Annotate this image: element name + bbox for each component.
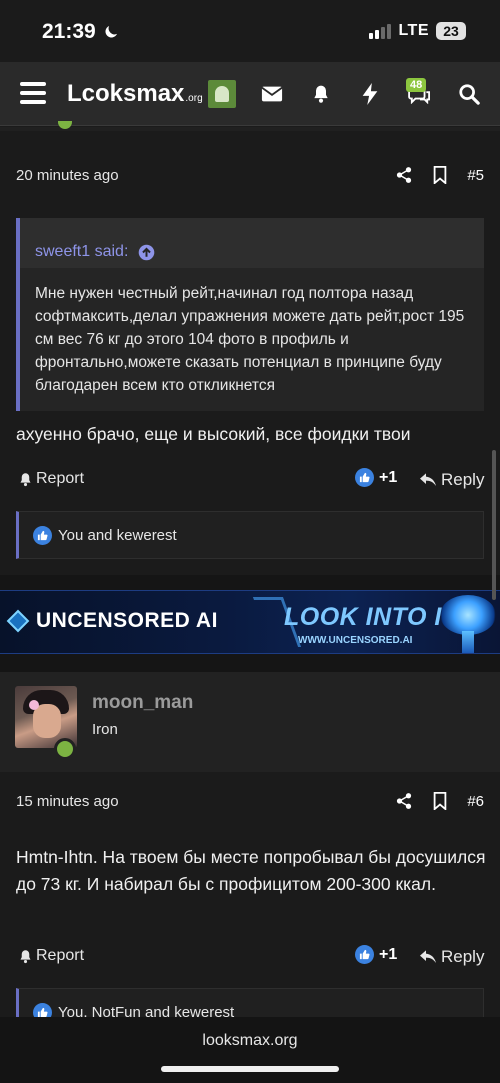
post-actions: #6 bbox=[395, 792, 484, 810]
inbox-icon[interactable] bbox=[260, 82, 284, 106]
ad-cta-text: LOOK INTO IT bbox=[284, 603, 458, 631]
post-author-block: moon_man Iron bbox=[0, 672, 500, 772]
ad-url: WWW.UNCENSORED.AI bbox=[298, 635, 413, 646]
reactions-bar[interactable]: You and kewerest bbox=[16, 511, 484, 559]
author-name[interactable]: moon_man bbox=[92, 692, 193, 714]
author-rank: Iron bbox=[92, 721, 118, 738]
quote-author[interactable]: sweeft1 said: bbox=[35, 243, 128, 261]
lightning-icon[interactable] bbox=[358, 82, 382, 106]
bell-small-icon bbox=[20, 472, 31, 486]
bookmark-icon[interactable] bbox=[433, 792, 447, 810]
post-time: 15 minutes ago bbox=[16, 793, 119, 810]
post-number[interactable]: #6 bbox=[467, 793, 484, 810]
reply-label: Reply bbox=[441, 947, 485, 966]
post-action-row: Report +1 Reply bbox=[0, 466, 500, 496]
status-time: 21:39 bbox=[42, 20, 120, 44]
battery-icon: 23 bbox=[436, 22, 466, 40]
post-top-edge bbox=[0, 127, 500, 131]
post-body: ахуенно брачо, еще и высокий, все фоидки… bbox=[16, 424, 411, 444]
logo-text: Lcoksmax bbox=[67, 80, 185, 107]
thumbs-up-icon bbox=[33, 525, 52, 545]
moon-icon bbox=[105, 26, 117, 38]
report-label: Report bbox=[36, 470, 85, 487]
home-indicator[interactable] bbox=[161, 1066, 339, 1072]
reply-label: Reply bbox=[441, 470, 485, 489]
site-logo[interactable]: Lcoksmax.org bbox=[67, 80, 203, 108]
share-icon[interactable] bbox=[395, 792, 413, 810]
report-label: Report bbox=[36, 947, 85, 964]
arrow-up-circle-icon[interactable] bbox=[138, 244, 155, 261]
like-button[interactable]: +1 bbox=[355, 468, 397, 487]
reactions-text[interactable]: You and kewerest bbox=[58, 527, 177, 544]
share-icon[interactable] bbox=[395, 166, 413, 184]
ad-left: UNCENSORED AI bbox=[6, 609, 218, 633]
post-body: Hmtn-Ihtn. На твоем бы месте попробывал … bbox=[16, 847, 486, 894]
quote-header[interactable]: sweeft1 said: bbox=[20, 218, 484, 268]
bell-icon[interactable] bbox=[309, 82, 333, 106]
search-icon[interactable] bbox=[457, 82, 481, 106]
alerts-badge: 48 bbox=[406, 78, 427, 92]
like-count: +1 bbox=[379, 945, 398, 963]
quote-block: sweeft1 said: Мне нужен честный рейт,нач… bbox=[16, 218, 484, 411]
scrollbar[interactable] bbox=[492, 450, 496, 600]
browser-bottom-bar: looksmax.org bbox=[0, 1017, 500, 1083]
site-navbar: Lcoksmax.org bbox=[0, 62, 500, 126]
reply-icon bbox=[420, 950, 436, 963]
clock-text: 21:39 bbox=[42, 20, 96, 43]
like-button[interactable]: +1 bbox=[355, 945, 397, 964]
reply-button[interactable]: Reply bbox=[420, 947, 484, 967]
ad-separator bbox=[0, 654, 500, 672]
mushroom-cloud-icon bbox=[440, 595, 496, 635]
thumbs-up-icon bbox=[355, 468, 374, 487]
logo-suffix: .org bbox=[185, 93, 203, 104]
post-separator bbox=[0, 575, 500, 590]
network-type: LTE bbox=[398, 22, 429, 39]
diamond-icon bbox=[6, 609, 30, 633]
report-button[interactable]: Report bbox=[18, 470, 84, 488]
thumbs-up-icon bbox=[355, 945, 374, 964]
status-bar: 21:39 LTE 23 bbox=[0, 0, 500, 62]
menu-icon[interactable] bbox=[20, 82, 46, 104]
bookmark-icon[interactable] bbox=[433, 166, 447, 184]
quote-text: Мне нужен честный рейт,начинал год полто… bbox=[35, 285, 465, 394]
post-actions: #5 bbox=[395, 166, 484, 184]
post-time: 20 minutes ago bbox=[16, 167, 119, 184]
reply-button[interactable]: Reply bbox=[420, 470, 484, 490]
mushroom-stem bbox=[462, 631, 474, 653]
signal-icon bbox=[369, 23, 392, 39]
ad-brand-text: UNCENSORED AI bbox=[36, 609, 218, 632]
report-button[interactable]: Report bbox=[18, 947, 84, 965]
like-count: +1 bbox=[379, 468, 398, 486]
ad-banner[interactable]: UNCENSORED AI LOOK INTO IT WWW.UNCENSORE… bbox=[0, 590, 500, 654]
url-field[interactable]: looksmax.org bbox=[0, 1032, 500, 1050]
bell-small-icon bbox=[20, 949, 31, 963]
online-indicator bbox=[54, 738, 76, 760]
reply-icon bbox=[420, 473, 436, 486]
post-number[interactable]: #5 bbox=[467, 167, 484, 184]
user-avatar[interactable] bbox=[208, 80, 236, 108]
post-action-row: Report +1 Reply bbox=[0, 943, 500, 973]
